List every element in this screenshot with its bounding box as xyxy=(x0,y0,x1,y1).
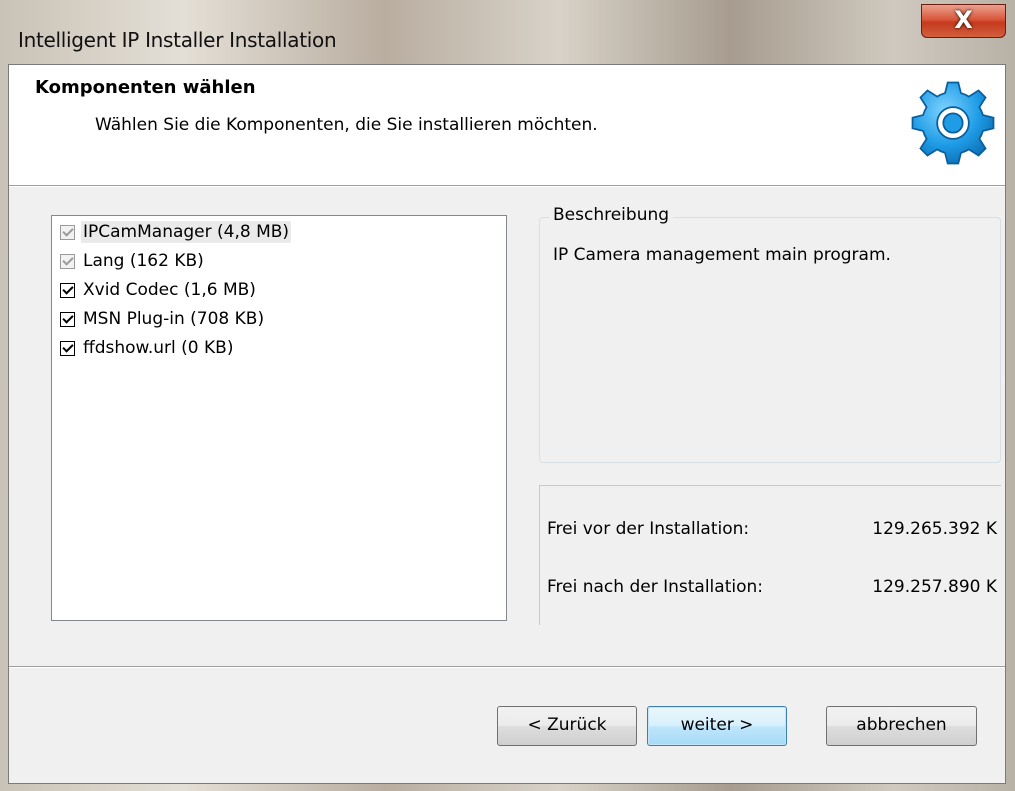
installer-window: Intelligent IP Installer Installation X … xyxy=(0,0,1015,791)
footer-separator-highlight xyxy=(9,667,1005,668)
component-ffdshow[interactable]: ffdshow.url (0 KB) xyxy=(60,334,235,362)
space-before-value: 129.265.392 K xyxy=(872,519,997,539)
component-ipcammanager[interactable]: IPCamManager (4,8 MB) xyxy=(60,218,292,246)
checkbox[interactable] xyxy=(60,253,75,269)
header-separator xyxy=(9,186,1005,187)
checkbox[interactable] xyxy=(60,340,75,356)
component-xvid-codec[interactable]: Xvid Codec (1,6 MB) xyxy=(60,276,258,304)
cancel-button[interactable]: abbrechen xyxy=(826,706,977,746)
page-subtitle: Wählen Sie die Komponenten, die Sie inst… xyxy=(95,115,598,135)
component-label: Xvid Codec (1,6 MB) xyxy=(83,280,256,300)
gear-icon xyxy=(911,81,995,165)
description-text: IP Camera management main program. xyxy=(553,245,891,265)
checkbox[interactable] xyxy=(60,282,75,298)
window-title: Intelligent IP Installer Installation xyxy=(18,28,337,52)
space-after-value: 129.257.890 K xyxy=(872,577,997,597)
disk-space-panel xyxy=(539,485,1001,625)
space-before-label: Frei vor der Installation: xyxy=(547,519,750,539)
page-title: Komponenten wählen xyxy=(35,77,256,98)
title-bar[interactable]: Intelligent IP Installer Installation X xyxy=(0,0,1015,64)
component-lang[interactable]: Lang (162 KB) xyxy=(60,247,206,275)
component-label: ffdshow.url (0 KB) xyxy=(83,338,234,358)
component-label: MSN Plug-in (708 KB) xyxy=(83,309,265,329)
checkbox[interactable] xyxy=(60,224,75,240)
description-label: Beschreibung xyxy=(549,205,674,225)
components-list[interactable]: IPCamManager (4,8 MB) Lang (162 KB) Xvid… xyxy=(51,215,507,621)
close-button[interactable]: X xyxy=(921,4,1006,38)
next-button[interactable]: weiter > xyxy=(647,706,787,746)
dialog-client: Komponenten wählen Wählen Sie die Kompon… xyxy=(8,64,1006,784)
checkbox[interactable] xyxy=(60,311,75,327)
component-msn-plugin[interactable]: MSN Plug-in (708 KB) xyxy=(60,305,266,333)
space-after-label: Frei nach der Installation: xyxy=(547,577,763,597)
component-label: Lang (162 KB) xyxy=(83,251,204,271)
close-icon: X xyxy=(954,6,973,34)
space-before-row: Frei vor der Installation: 129.265.392 K xyxy=(547,519,997,539)
space-after-row: Frei nach der Installation: 129.257.890 … xyxy=(547,577,997,597)
back-button[interactable]: < Zurück xyxy=(497,706,637,746)
component-label: IPCamManager (4,8 MB) xyxy=(81,221,292,243)
header-panel: Komponenten wählen Wählen Sie die Kompon… xyxy=(9,65,1005,186)
